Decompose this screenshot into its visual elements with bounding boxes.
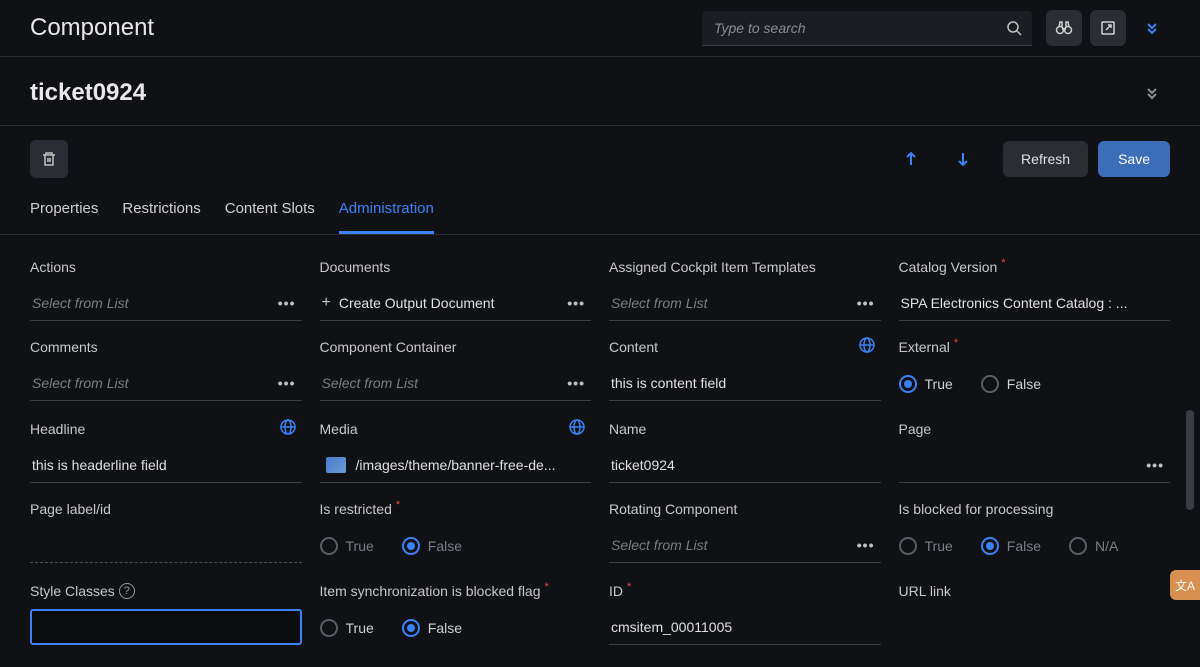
name-input[interactable]: ticket0924 — [609, 447, 881, 483]
binoculars-button[interactable] — [1046, 10, 1082, 46]
is-restricted-true-radio[interactable]: True — [320, 537, 374, 555]
expand-button[interactable] — [1134, 10, 1170, 46]
tab-administration[interactable]: Administration — [339, 200, 434, 234]
more-icon[interactable]: ••• — [853, 537, 879, 553]
arrow-up-button[interactable] — [885, 151, 937, 167]
external-false-radio[interactable]: False — [981, 375, 1041, 393]
media-thumbnail-icon — [326, 457, 346, 473]
external-label: External* — [899, 339, 1171, 355]
search-container — [702, 11, 1032, 46]
component-container-select[interactable]: Select from List ••• — [320, 365, 592, 401]
is-blocked-true-radio[interactable]: True — [899, 537, 953, 555]
documents-action[interactable]: + Create Output Document ••• — [320, 285, 592, 321]
comments-label: Comments — [30, 339, 302, 355]
is-restricted-label: Is restricted* — [320, 501, 592, 517]
media-label: Media — [320, 421, 592, 437]
more-icon[interactable]: ••• — [274, 295, 300, 311]
actions-select[interactable]: Select from List ••• — [30, 285, 302, 321]
catalog-version-label: Catalog Version* — [899, 259, 1171, 275]
collapse-button[interactable] — [1134, 75, 1170, 111]
plus-icon: + — [322, 294, 331, 312]
search-icon[interactable] — [1006, 20, 1022, 36]
headline-label: Headline — [30, 421, 302, 437]
id-label: ID* — [609, 583, 881, 599]
item-title: ticket0924 — [30, 79, 1134, 107]
help-icon[interactable]: ? — [119, 583, 135, 599]
content-input[interactable]: this is content field — [609, 365, 881, 401]
tab-properties[interactable]: Properties — [30, 200, 98, 234]
item-sync-true-radio[interactable]: True — [320, 619, 374, 637]
catalog-version-value[interactable]: SPA Electronics Content Catalog : ... — [899, 285, 1171, 321]
content-label: Content — [609, 339, 881, 355]
page-label-id-input[interactable] — [30, 527, 302, 563]
globe-icon[interactable] — [859, 337, 875, 353]
refresh-button[interactable]: Refresh — [1003, 141, 1088, 177]
delete-button[interactable] — [30, 140, 68, 178]
page-label-id-label: Page label/id — [30, 501, 302, 517]
is-blocked-na-radio[interactable]: N/A — [1069, 537, 1118, 555]
name-label: Name — [609, 421, 881, 437]
url-link-label: URL link — [899, 583, 1171, 599]
rotating-component-label: Rotating Component — [609, 501, 881, 517]
page-label: Page — [899, 421, 1171, 437]
external-true-radio[interactable]: True — [899, 375, 953, 393]
item-sync-label: Item synchronization is blocked flag* — [320, 583, 592, 599]
more-icon[interactable]: ••• — [563, 295, 589, 311]
page-title: Component — [30, 14, 702, 42]
more-icon[interactable]: ••• — [1142, 457, 1168, 473]
rotating-component-select[interactable]: Select from List ••• — [609, 527, 881, 563]
globe-icon[interactable] — [569, 419, 585, 435]
more-icon[interactable]: ••• — [853, 295, 879, 311]
globe-icon[interactable] — [280, 419, 296, 435]
item-sync-false-radio[interactable]: False — [402, 619, 462, 637]
is-blocked-label: Is blocked for processing — [899, 501, 1171, 517]
tab-restrictions[interactable]: Restrictions — [122, 200, 200, 234]
media-input[interactable]: /images/theme/banner-free-de... — [320, 447, 592, 483]
scrollbar[interactable] — [1186, 410, 1194, 510]
actions-label: Actions — [30, 259, 302, 275]
is-restricted-false-radio[interactable]: False — [402, 537, 462, 555]
assigned-templates-label: Assigned Cockpit Item Templates — [609, 259, 881, 275]
side-badge[interactable]: 文A — [1170, 570, 1200, 600]
save-button[interactable]: Save — [1098, 141, 1170, 177]
assigned-templates-select[interactable]: Select from List ••• — [609, 285, 881, 321]
comments-select[interactable]: Select from List ••• — [30, 365, 302, 401]
more-icon[interactable]: ••• — [274, 375, 300, 391]
more-icon[interactable]: ••• — [563, 375, 589, 391]
tab-content-slots[interactable]: Content Slots — [225, 200, 315, 234]
is-blocked-false-radio[interactable]: False — [981, 537, 1041, 555]
arrow-down-button[interactable] — [937, 151, 989, 167]
documents-label: Documents — [320, 259, 592, 275]
component-container-label: Component Container — [320, 339, 592, 355]
style-classes-label: Style Classes ? — [30, 583, 302, 599]
page-select[interactable]: ••• — [899, 447, 1171, 483]
search-input[interactable] — [702, 11, 1032, 46]
headline-input[interactable]: this is headerline field — [30, 447, 302, 483]
export-button[interactable] — [1090, 10, 1126, 46]
